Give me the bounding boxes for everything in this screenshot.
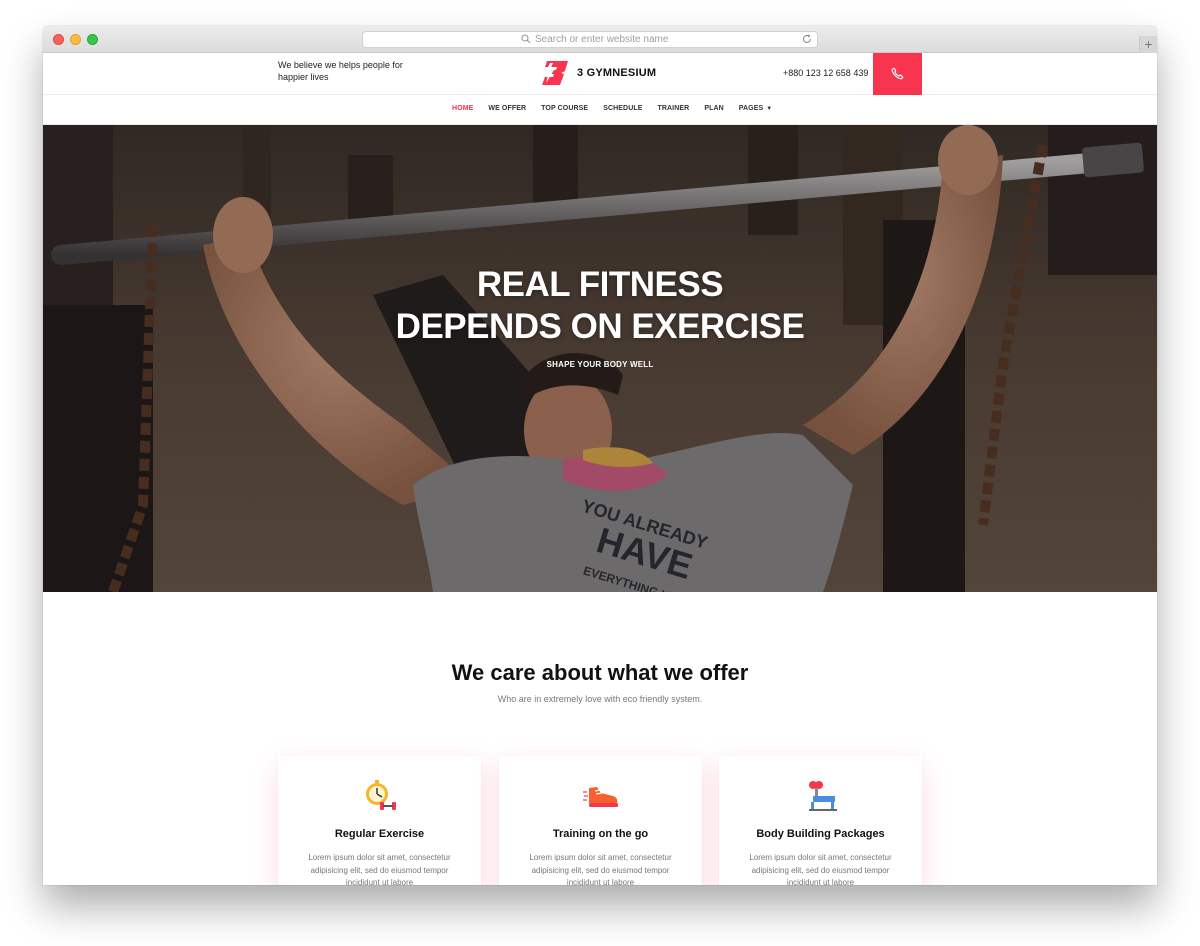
nav-item-schedule[interactable]: SCHEDULE (603, 105, 642, 112)
website: We believe we helps people for happier l… (43, 53, 1157, 885)
reload-icon[interactable] (801, 33, 813, 45)
offer-card-regular-exercise[interactable]: Regular Exercise Lorem ipsum dolor sit a… (278, 756, 481, 885)
main-navigation: HOME WE OFFER TOP COURSE SCHEDULE TRAINE… (43, 95, 1157, 125)
offer-card-title: Regular Exercise (334, 828, 425, 840)
offer-card-text: Lorem ipsum dolor sit amet, consectetur … (529, 853, 672, 885)
offer-section-subtitle: Who are in extremely love with eco frien… (497, 694, 703, 704)
minimize-window-button[interactable] (70, 34, 81, 45)
new-tab-button[interactable]: + (1139, 36, 1157, 53)
nav-item-top-course[interactable]: TOP COURSE (541, 105, 588, 112)
offer-card-text: Lorem ipsum dolor sit amet, consectetur … (308, 853, 451, 885)
bench-press-icon (809, 781, 837, 811)
close-window-button[interactable] (53, 34, 64, 45)
call-button[interactable] (873, 53, 922, 95)
maximize-window-button[interactable] (87, 34, 98, 45)
nav-item-pages-label: PAGES (738, 105, 764, 112)
nav-item-trainer[interactable]: TRAINER (658, 105, 690, 112)
hero-title-line2: DEPENDS ON EXERCISE (395, 307, 805, 346)
hero-banner: YOU ALREADY HAVE EVERYTHING YOU NEED REA… (43, 125, 1157, 592)
logo-mark-icon (542, 61, 568, 85)
address-bar[interactable]: Search or enter website name (362, 31, 818, 48)
running-shoe-icon (583, 787, 618, 807)
search-icon (521, 34, 531, 44)
browser-titlebar: Search or enter website name + (43, 26, 1157, 53)
address-placeholder: Search or enter website name (535, 34, 669, 45)
offer-card-title: Training on the go (552, 828, 649, 840)
phone-icon (891, 67, 904, 80)
chevron-down-icon: ▼ (766, 106, 773, 112)
phone-number[interactable]: +880 123 12 658 439 (783, 68, 868, 78)
hero-title-line1: REAL FITNESS (476, 265, 724, 304)
site-logo[interactable]: 3 GYMNESIUM (541, 60, 681, 86)
brand-name: 3 GYMNESIUM (577, 67, 657, 79)
offer-card-text: Lorem ipsum dolor sit amet, consectetur … (749, 853, 892, 885)
stopwatch-dumbbell-icon (366, 780, 396, 810)
offer-section-title: We care about what we offer (451, 660, 749, 685)
offer-card-body-building[interactable]: Body Building Packages Lorem ipsum dolor… (719, 756, 922, 885)
hero-overlay (43, 125, 1157, 592)
hero-subtitle: SHAPE YOUR BODY WELL (546, 360, 654, 369)
header-tagline: We believe we helps people for happier l… (278, 60, 403, 82)
offer-card-title: Body Building Packages (756, 828, 885, 840)
nav-item-pages[interactable]: PAGES ▼ (739, 105, 773, 112)
nav-item-home[interactable]: HOME (452, 105, 473, 112)
nav-item-plan[interactable]: PLAN (704, 105, 723, 112)
nav-item-we-offer[interactable]: WE OFFER (488, 105, 526, 112)
browser-window: Search or enter website name + We believ… (43, 26, 1157, 885)
site-topbar: We believe we helps people for happier l… (43, 53, 1157, 95)
offer-card-training-on-the-go[interactable]: Training on the go Lorem ipsum dolor sit… (499, 756, 702, 885)
